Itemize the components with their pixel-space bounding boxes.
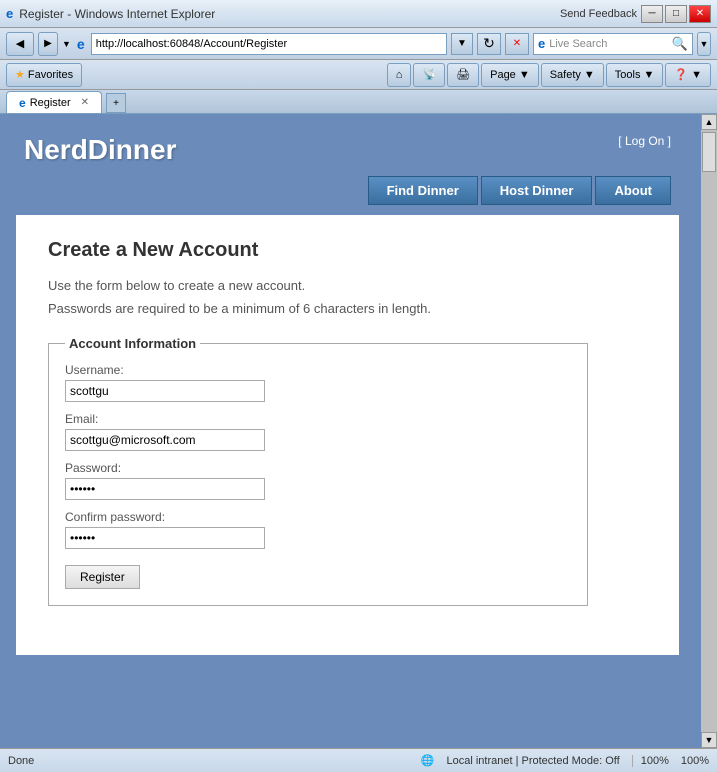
ie-logo-address: e [77, 36, 85, 52]
password-group: Password: [65, 461, 571, 500]
main-content: Create a New Account Use the form below … [16, 215, 679, 655]
address-bar: ◀ ▶ ▼ e ▼ ↻ ✕ e Live Search 🔍 ▼ [0, 28, 717, 60]
status-bar: Done 🌐 Local intranet | Protected Mode: … [0, 748, 717, 772]
ie-logo-small: e [6, 6, 13, 21]
page-button[interactable]: Page ▼ [481, 63, 539, 87]
password-label: Password: [65, 461, 571, 475]
scrollbar: ▲ ▼ [701, 114, 717, 748]
search-icon[interactable]: 🔍 [672, 36, 688, 52]
live-search-label: Live Search [549, 38, 607, 50]
rss-button[interactable]: 📡 [413, 63, 445, 87]
tools-button[interactable]: Tools ▼ [606, 63, 664, 87]
email-label: Email: [65, 412, 571, 426]
search-dropdown-btn[interactable]: ▼ [697, 32, 711, 56]
safety-button[interactable]: Safety ▼ [541, 63, 604, 87]
minimize-button[interactable]: ─ [641, 5, 663, 23]
find-dinner-button[interactable]: Find Dinner [368, 176, 478, 205]
username-input[interactable] [65, 380, 265, 402]
email-input[interactable] [65, 429, 265, 451]
tab-label: Register [30, 97, 71, 109]
account-info-fieldset: Account Information Username: Email: Pas… [48, 336, 588, 606]
ie-logo-search: e [538, 36, 545, 51]
browser-content-wrapper: NerdDinner [ Log On ] Find Dinner Host D… [0, 114, 717, 748]
back-button[interactable]: ◀ [6, 32, 34, 56]
dropdown-url-btn[interactable]: ▼ [451, 33, 473, 55]
live-search-box[interactable]: e Live Search 🔍 [533, 33, 693, 55]
stop-button[interactable]: ✕ [505, 33, 529, 55]
username-label: Username: [65, 363, 571, 377]
scroll-up-button[interactable]: ▲ [701, 114, 717, 130]
favorites-star-icon: ★ [15, 68, 25, 81]
username-group: Username: [65, 363, 571, 402]
scroll-down-button[interactable]: ▼ [701, 732, 717, 748]
new-tab-button[interactable]: + [106, 93, 126, 113]
page-title: Create a New Account [48, 239, 647, 262]
description2: Passwords are required to be a minimum o… [48, 301, 647, 316]
app-header: NerdDinner [ Log On ] [8, 122, 687, 176]
send-feedback-link[interactable]: Send Feedback [560, 8, 637, 20]
maximize-button[interactable]: □ [665, 5, 687, 23]
close-button[interactable]: ✕ [689, 5, 711, 23]
address-input[interactable] [91, 33, 447, 55]
description1: Use the form below to create a new accou… [48, 278, 647, 293]
scroll-thumb[interactable] [702, 132, 716, 172]
nav-buttons: Find Dinner Host Dinner About [8, 176, 687, 215]
password-input[interactable] [65, 478, 265, 500]
confirm-password-label: Confirm password: [65, 510, 571, 524]
browser-tab-register[interactable]: e Register ✕ [6, 91, 102, 113]
email-group: Email: [65, 412, 571, 451]
tab-ie-icon: e [19, 96, 26, 110]
print-button[interactable]: 🖨 [447, 63, 479, 87]
toolbar: ★ Favorites ⌂ 📡 🖨 Page ▼ Safety ▼ Tools … [0, 60, 717, 90]
register-button[interactable]: Register [65, 565, 140, 589]
home-button[interactable]: ⌂ [387, 63, 412, 87]
zone-icon: 🌐 [421, 754, 435, 767]
about-button[interactable]: About [595, 176, 671, 205]
zoom-value: 100% [681, 755, 709, 767]
favorites-button[interactable]: ★ Favorites [6, 63, 82, 87]
app-wrapper: NerdDinner [ Log On ] Find Dinner Host D… [0, 114, 701, 748]
title-bar: e Register - Windows Internet Explorer S… [0, 0, 717, 28]
tab-close-icon[interactable]: ✕ [81, 97, 89, 108]
confirm-password-group: Confirm password: [65, 510, 571, 549]
zoom-level: 100% [632, 755, 669, 767]
help-button[interactable]: ❓ ▼ [665, 63, 711, 87]
window-title: Register - Windows Internet Explorer [19, 7, 215, 21]
browser-content: NerdDinner [ Log On ] Find Dinner Host D… [0, 114, 701, 748]
dropdown-arrow[interactable]: ▼ [62, 39, 71, 49]
confirm-password-input[interactable] [65, 527, 265, 549]
status-text: Done [8, 755, 34, 767]
login-link[interactable]: [ Log On ] [618, 134, 671, 148]
host-dinner-button[interactable]: Host Dinner [481, 176, 593, 205]
forward-button[interactable]: ▶ [38, 32, 58, 56]
app-title: NerdDinner [24, 134, 176, 166]
fieldset-legend: Account Information [65, 336, 200, 351]
refresh-button[interactable]: ↻ [477, 33, 501, 55]
zone-text: Local intranet | Protected Mode: Off [446, 755, 619, 767]
tab-area: e Register ✕ + [0, 90, 717, 114]
